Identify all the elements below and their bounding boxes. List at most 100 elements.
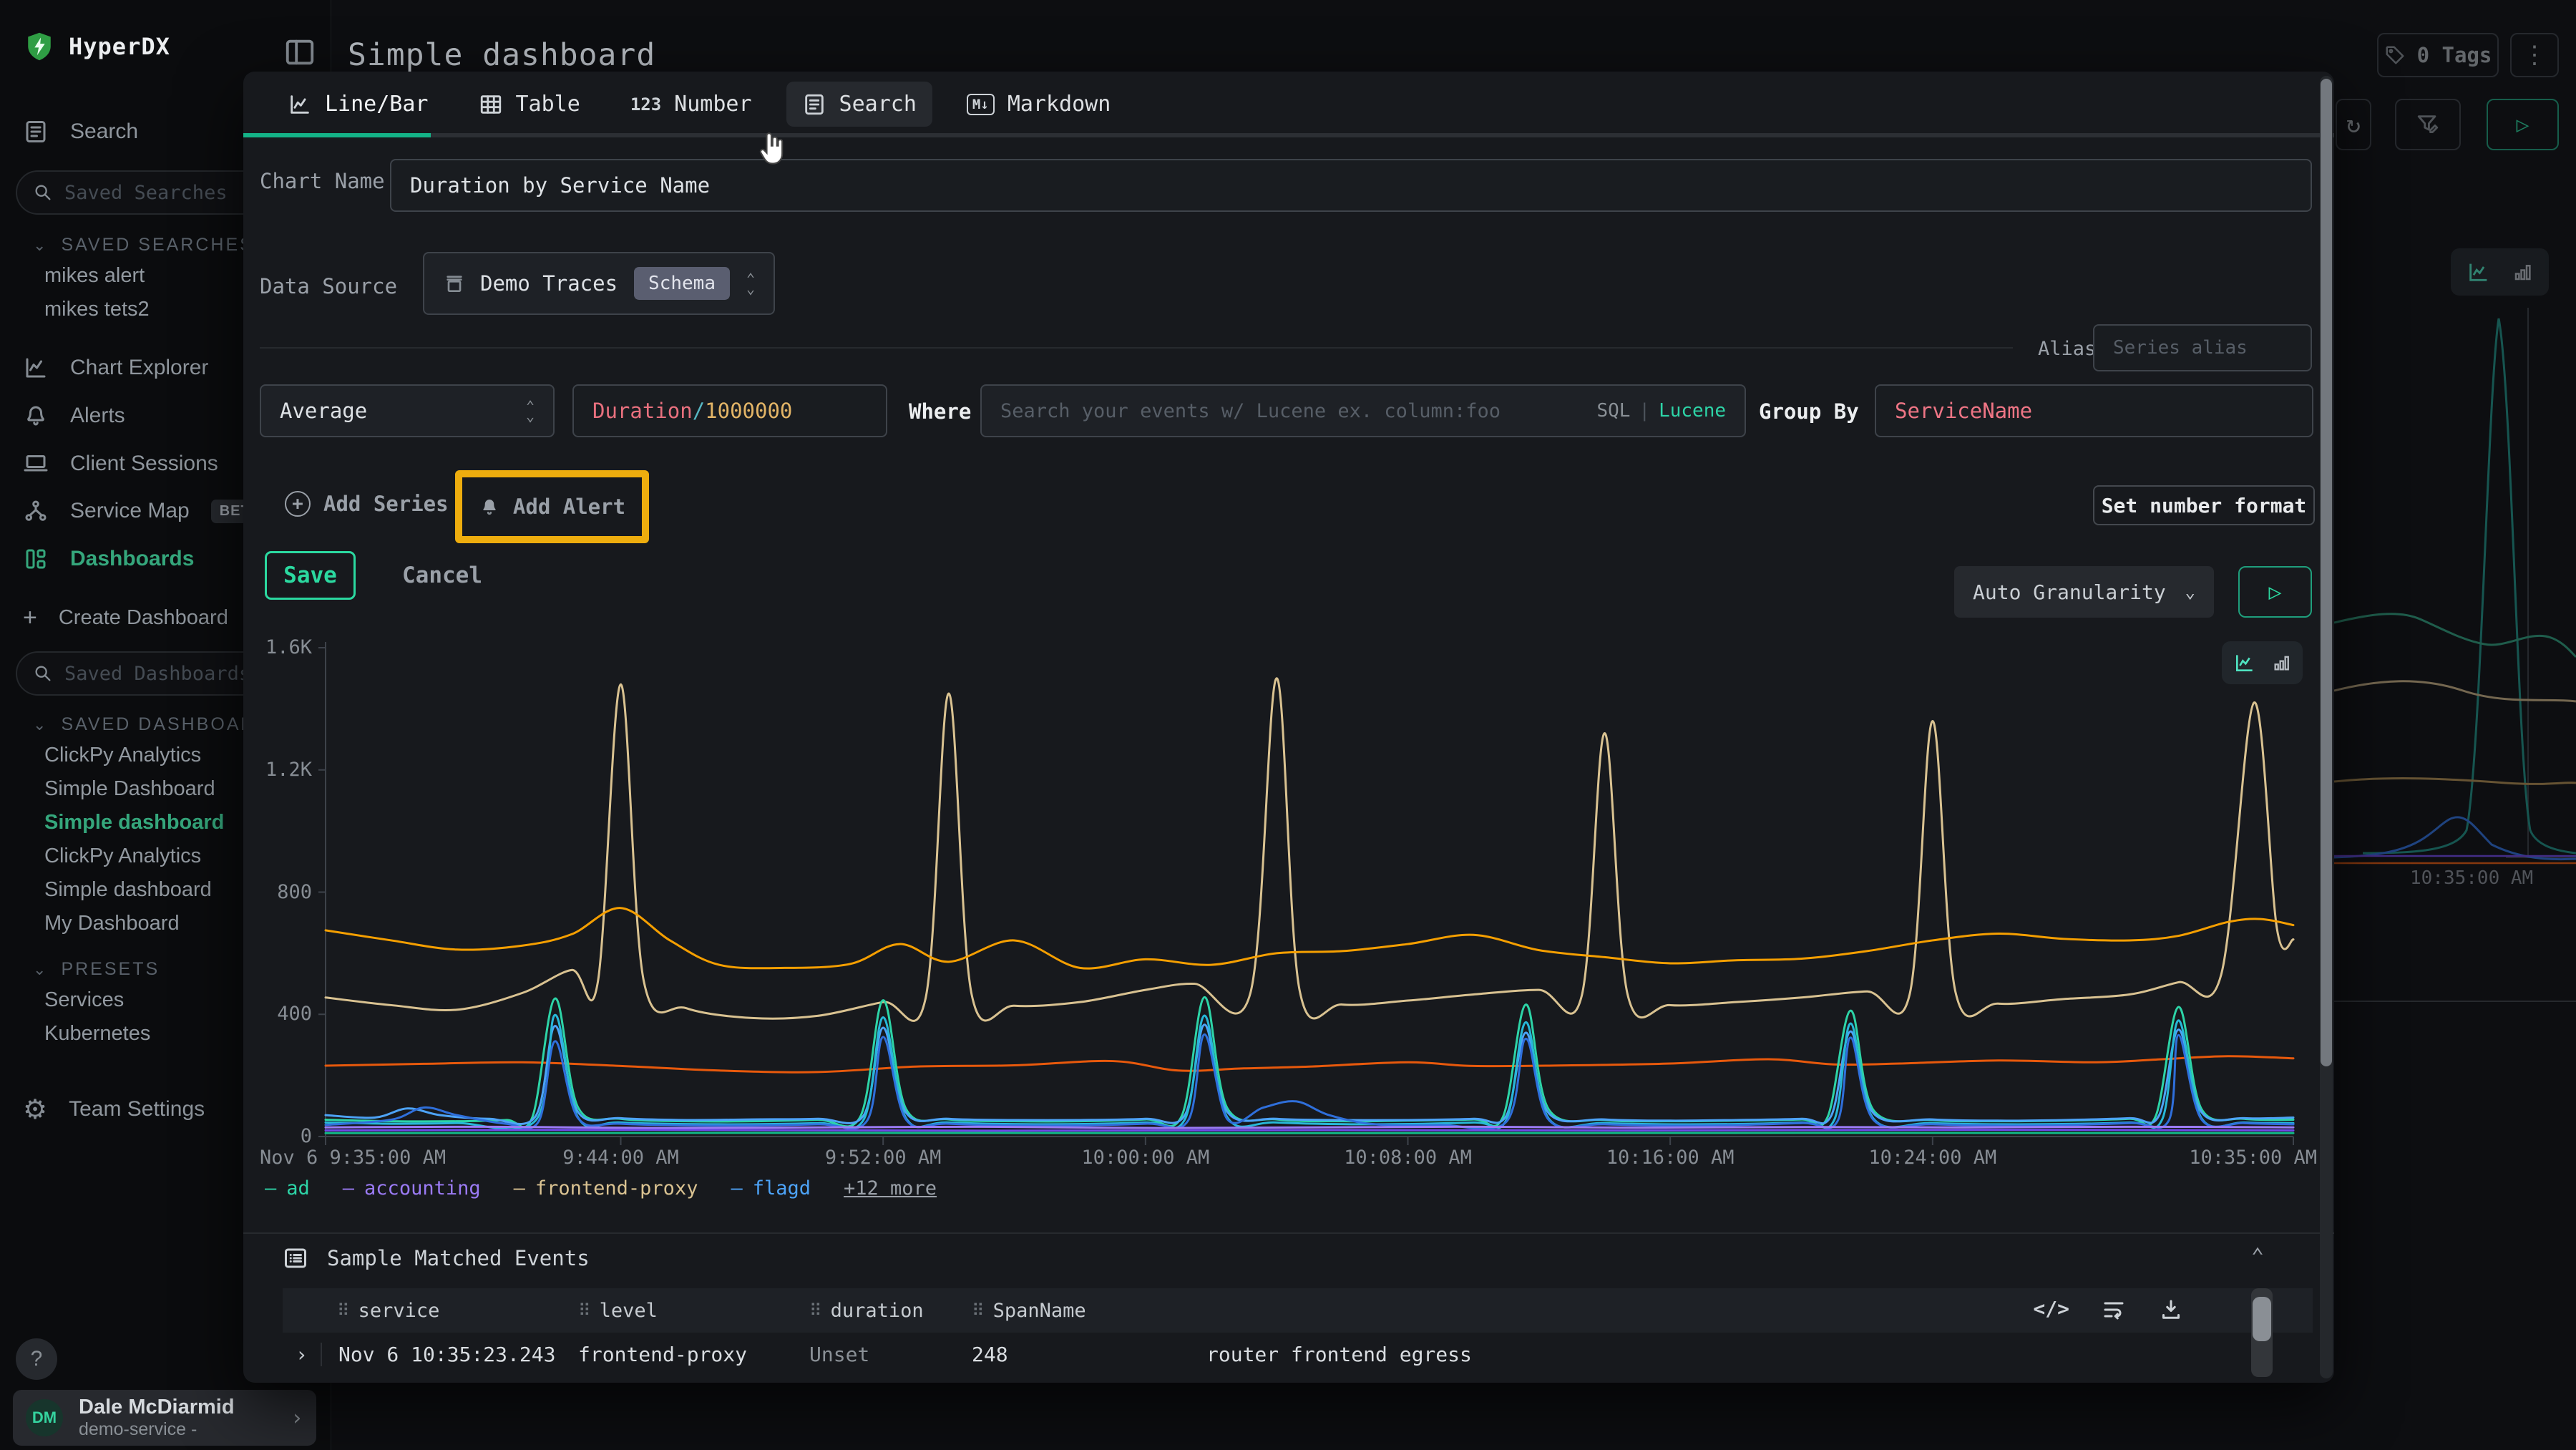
- user-menu[interactable]: DM Dale McDiarmid demo-service - ›: [13, 1390, 316, 1446]
- series-unlabeled-1: [326, 908, 2293, 968]
- alias-field[interactable]: [2093, 324, 2312, 371]
- drag-handle-icon[interactable]: ⠿: [809, 1300, 822, 1320]
- laptop-icon: [23, 451, 49, 477]
- chevron-down-icon: ⌄: [2185, 582, 2195, 602]
- tab-line-bar[interactable]: Line/Bar: [272, 82, 444, 127]
- tab-table[interactable]: Table: [463, 82, 596, 127]
- line-bar-icon: [288, 92, 312, 117]
- app-root: HyperDX Search ⌄ SAVED SEARCHES mikes al…: [0, 0, 2576, 1450]
- series-unlabeled-5: [326, 1130, 2293, 1131]
- sample-events-header[interactable]: Sample Matched Events: [283, 1245, 590, 1271]
- background-panel-divider: [2334, 1001, 2576, 1002]
- search-icon: [33, 183, 53, 203]
- collapse-section-icon[interactable]: ⌃: [2251, 1244, 2264, 1269]
- lucene-mode-toggle[interactable]: Lucene: [1659, 400, 1726, 422]
- bell-icon: [479, 496, 500, 517]
- column-header[interactable]: ⠿SpanName: [955, 1300, 1190, 1322]
- filter-button[interactable]: [2395, 99, 2461, 150]
- add-alert-button[interactable]: Add Alert: [479, 495, 625, 519]
- bar-chart-icon: [2512, 261, 2534, 283]
- series-unlabeled-4: [326, 1034, 2293, 1129]
- where-search-input[interactable]: [1000, 400, 1588, 422]
- run-query-button[interactable]: ▷: [2487, 99, 2559, 150]
- add-series-button[interactable]: + Add Series: [285, 491, 449, 517]
- chart-type-toggle[interactable]: [2222, 641, 2303, 684]
- y-axis-labels: 04008001.2K1.6K: [243, 637, 312, 1145]
- brand[interactable]: HyperDX: [24, 31, 170, 62]
- cancel-button[interactable]: Cancel: [402, 551, 482, 600]
- editor-tabs: Line/Bar Table 123 Number Search M↓ Mark…: [272, 82, 1126, 127]
- aggregation-select[interactable]: Average ⌃⌄: [260, 384, 555, 437]
- markdown-icon: M↓: [967, 94, 995, 115]
- legend-item[interactable]: —ad: [265, 1177, 310, 1200]
- column-header[interactable]: ⠿level: [562, 1300, 793, 1322]
- table-row[interactable]: › Nov 6 10:35:23.243 AM frontend-proxy U…: [283, 1333, 2313, 1376]
- download-icon[interactable]: [2158, 1297, 2184, 1323]
- series-accounting: [326, 1127, 2293, 1128]
- code-icon[interactable]: </>: [2033, 1297, 2069, 1323]
- sidebar-item-team-settings[interactable]: ⚙ Team Settings: [23, 1094, 205, 1125]
- alias-input[interactable]: [2113, 337, 2292, 359]
- chart-legend: —ad —accounting —frontend-proxy —flagd +12 …: [265, 1177, 937, 1200]
- sql-mode-toggle[interactable]: SQL: [1596, 400, 1630, 422]
- refresh-button[interactable]: ↻: [2336, 99, 2371, 150]
- sidebar-collapse-icon[interactable]: [283, 36, 316, 69]
- tab-markdown[interactable]: M↓ Markdown: [951, 82, 1126, 127]
- search-icon: [33, 663, 53, 683]
- line-chart-icon: [2467, 260, 2491, 284]
- table-icon: [479, 92, 503, 117]
- table-header-row: ⠿Timestamp (Local)⠿service⠿level⠿duratio…: [283, 1288, 2313, 1333]
- granularity-select[interactable]: Auto Granularity ⌄: [1954, 566, 2214, 618]
- chart-name-input[interactable]: [410, 173, 2292, 198]
- group-by-field[interactable]: ServiceName: [1875, 384, 2313, 437]
- legend-item[interactable]: —flagd: [731, 1177, 811, 1200]
- create-dashboard-button[interactable]: + Create Dashboard: [23, 602, 228, 633]
- expand-row-icon[interactable]: ›: [283, 1343, 321, 1366]
- legend-swatch: —: [514, 1177, 525, 1200]
- legend-item[interactable]: —frontend-proxy: [514, 1177, 698, 1200]
- sidebar-item-service-map[interactable]: Service Map BETA: [23, 495, 269, 527]
- drag-handle-icon[interactable]: ⠿: [578, 1300, 591, 1320]
- sidebar-item-alerts[interactable]: Alerts: [23, 400, 125, 432]
- column-header[interactable]: ⠿service: [321, 1300, 562, 1322]
- background-chart-type-toggle[interactable]: [2451, 248, 2549, 296]
- sidebar-item-search[interactable]: Search: [23, 116, 138, 147]
- series-unlabeled-2: [326, 1056, 2293, 1072]
- legend-more-link[interactable]: +12 more: [844, 1177, 937, 1200]
- wrap-text-icon[interactable]: [2101, 1297, 2127, 1323]
- gear-icon: ⚙: [23, 1094, 47, 1126]
- run-chart-button[interactable]: ▷: [2238, 566, 2312, 618]
- x-axis-labels: Nov 6 9:35:00 AM9:44:00 AM9:52:00 AM10:0…: [315, 1147, 2311, 1175]
- column-header[interactable]: ⠿duration: [793, 1300, 955, 1322]
- save-button[interactable]: Save: [265, 551, 356, 600]
- presets-header[interactable]: ⌄ PRESETS: [33, 959, 160, 980]
- drag-handle-icon[interactable]: ⠿: [972, 1300, 985, 1320]
- column-header[interactable]: ⠿Timestamp (Local): [283, 1300, 321, 1322]
- tab-search[interactable]: Search: [786, 82, 932, 127]
- sidebar-item-client-sessions[interactable]: Client Sessions: [23, 448, 218, 480]
- sidebar-item-chart-explorer[interactable]: Chart Explorer: [23, 352, 208, 384]
- help-button[interactable]: ?: [16, 1338, 57, 1380]
- background-x-axis-label: 10:35:00 AM: [2410, 867, 2533, 889]
- kebab-menu-button[interactable]: ⋮: [2510, 33, 2559, 77]
- chart-canvas[interactable]: [315, 637, 2311, 1145]
- saved-searches-header[interactable]: ⌄ SAVED SEARCHES: [33, 235, 254, 256]
- drag-handle-icon[interactable]: ⠿: [337, 1300, 350, 1320]
- chart-editor-modal: Line/Bar Table 123 Number Search M↓ Mark…: [243, 72, 2334, 1383]
- brand-name: HyperDX: [69, 33, 170, 60]
- modal-scrollbar-thumb[interactable]: [2321, 79, 2332, 1066]
- tab-number[interactable]: 123 Number: [615, 82, 768, 127]
- legend-item[interactable]: —accounting: [343, 1177, 481, 1200]
- table-scrollbar-thumb[interactable]: [2253, 1297, 2271, 1341]
- table-row[interactable]: › Nov 6 10:35:23.243 AM frontend-proxy U…: [283, 1376, 2313, 1383]
- set-number-format-button[interactable]: Set number format: [2093, 485, 2315, 525]
- play-icon: ▷: [2268, 580, 2281, 605]
- where-search-field[interactable]: SQL | Lucene: [980, 384, 1746, 437]
- data-source-select[interactable]: Demo Traces Schema ⌃⌄: [423, 252, 775, 315]
- sidebar-item-dashboards[interactable]: Dashboards: [23, 543, 194, 575]
- dashboards-icon: [23, 546, 49, 572]
- plus-circle-icon: +: [285, 491, 311, 517]
- tags-button[interactable]: 0 Tags: [2377, 33, 2499, 77]
- chart-name-field[interactable]: [390, 159, 2312, 212]
- expression-field[interactable]: Duration/1000000: [572, 384, 887, 437]
